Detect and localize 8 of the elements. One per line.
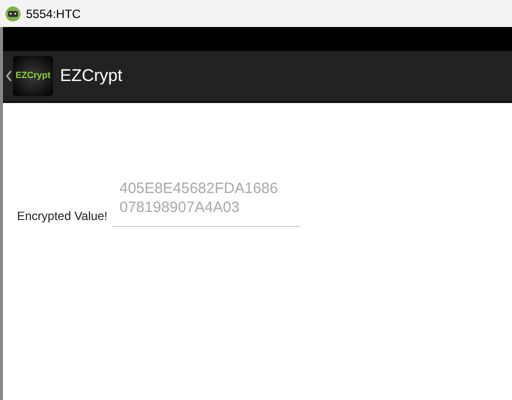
robot-icon (5, 6, 21, 22)
back-button[interactable]: EZCrypt (6, 56, 53, 96)
window-title: 5554:HTC (26, 6, 81, 22)
input-field[interactable]: 405E8E45682FDA1686 078198907A4A03 (112, 179, 300, 227)
chevron-left-icon (6, 70, 12, 82)
field-label: Encrypted Value! (17, 208, 108, 225)
logo-text: EZCrypt (15, 69, 50, 82)
app-title: EZCrypt (60, 65, 122, 88)
